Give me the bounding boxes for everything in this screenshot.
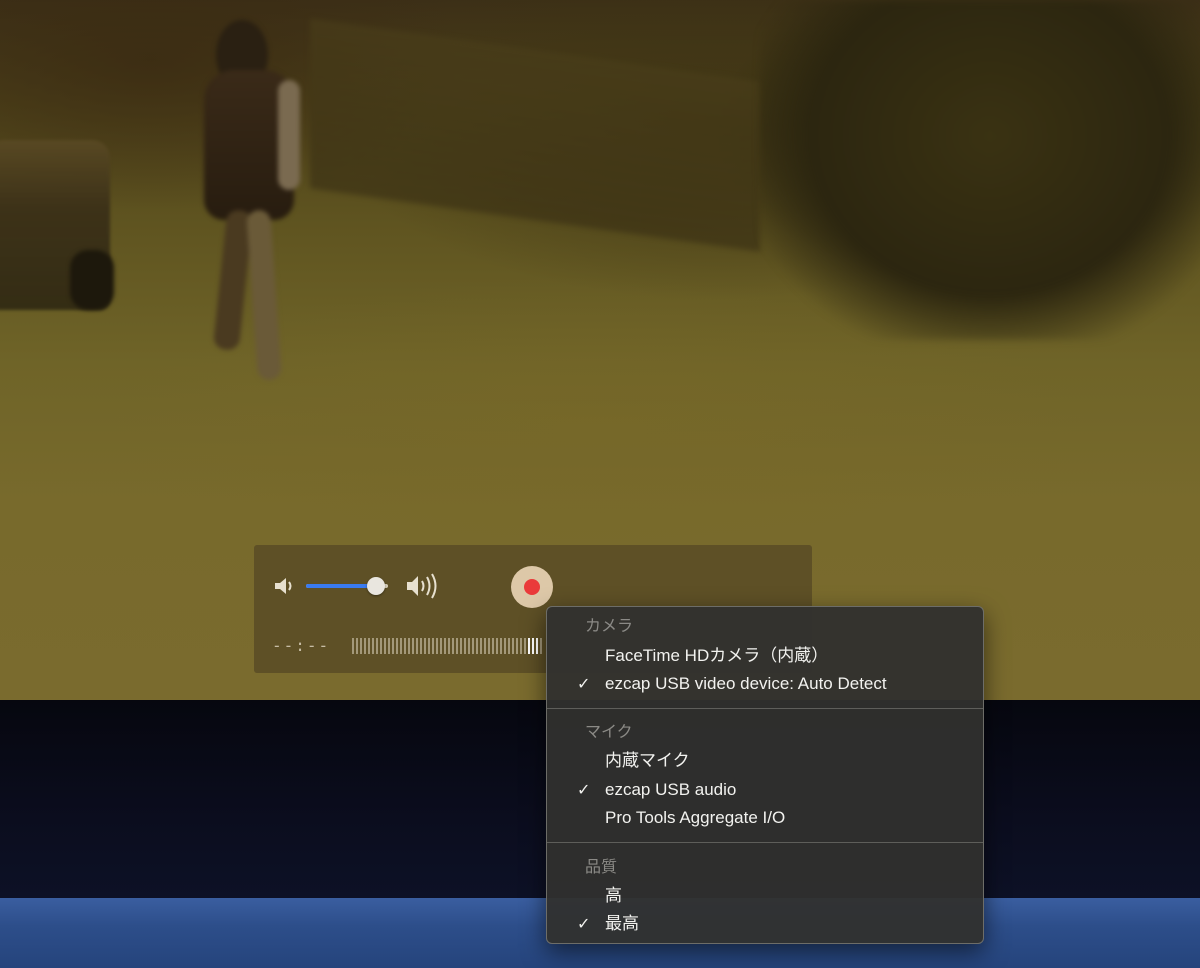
elapsed-time: --:--	[272, 636, 331, 655]
volume-slider-knob[interactable]	[366, 577, 385, 595]
audio-level-meter	[352, 638, 542, 654]
menu-item-label: 最高	[605, 914, 639, 933]
menu-item-label: 高	[605, 886, 622, 905]
speaker-high-glyph	[407, 573, 437, 599]
menu-header-quality: 品質	[585, 859, 618, 876]
person-leg	[246, 209, 282, 381]
person-arm	[278, 80, 300, 190]
menu-item-label: Pro Tools Aggregate I/O	[605, 808, 786, 827]
quicktime-recording-window: --:-- カメラ FaceTime HDカメラ（内蔵） ✓ ezcap USB…	[0, 0, 1200, 968]
background-wall	[310, 18, 760, 252]
audio-level-peak	[528, 638, 538, 654]
menu-item-label: FaceTime HDカメラ（内蔵）	[605, 646, 829, 665]
menu-item-facetime-camera[interactable]: FaceTime HDカメラ（内蔵）	[547, 642, 983, 670]
volume-slider[interactable]	[306, 577, 388, 595]
menu-item-label: 内蔵マイク	[605, 751, 690, 770]
menu-item-label: ezcap USB audio	[605, 780, 737, 799]
menu-item-pro-tools[interactable]: Pro Tools Aggregate I/O	[547, 804, 983, 832]
speaker-low-glyph	[275, 578, 292, 594]
check-mark-icon: ✓	[577, 674, 591, 693]
video-preview: --:--	[0, 0, 1200, 700]
menu-item-quality-maximum[interactable]: ✓ 最高	[547, 910, 983, 938]
car-wheel	[70, 250, 114, 310]
check-mark-icon: ✓	[577, 914, 591, 933]
background-hedge	[760, 0, 1200, 340]
menu-item-label: ezcap USB video device: Auto Detect	[605, 674, 887, 693]
menu-item-internal-mic[interactable]: 内蔵マイク	[547, 747, 983, 775]
record-icon	[524, 579, 540, 595]
record-button[interactable]	[511, 566, 553, 608]
menu-header-microphone: マイク	[585, 724, 633, 741]
menu-item-ezcap-video[interactable]: ✓ ezcap USB video device: Auto Detect	[547, 670, 983, 698]
menu-item-quality-high[interactable]: 高	[547, 882, 983, 910]
recording-options-menu: カメラ FaceTime HDカメラ（内蔵） ✓ ezcap USB video…	[546, 606, 984, 944]
walking-person	[190, 20, 310, 390]
menu-separator	[547, 842, 983, 843]
menu-separator	[547, 708, 983, 709]
volume-slider-fill	[306, 584, 376, 588]
menu-item-ezcap-audio[interactable]: ✓ ezcap USB audio	[547, 776, 983, 804]
speaker-high-icon[interactable]	[404, 571, 446, 601]
speaker-low-icon[interactable]	[272, 573, 298, 599]
menu-header-camera: カメラ	[585, 618, 634, 635]
check-mark-icon: ✓	[577, 780, 591, 799]
